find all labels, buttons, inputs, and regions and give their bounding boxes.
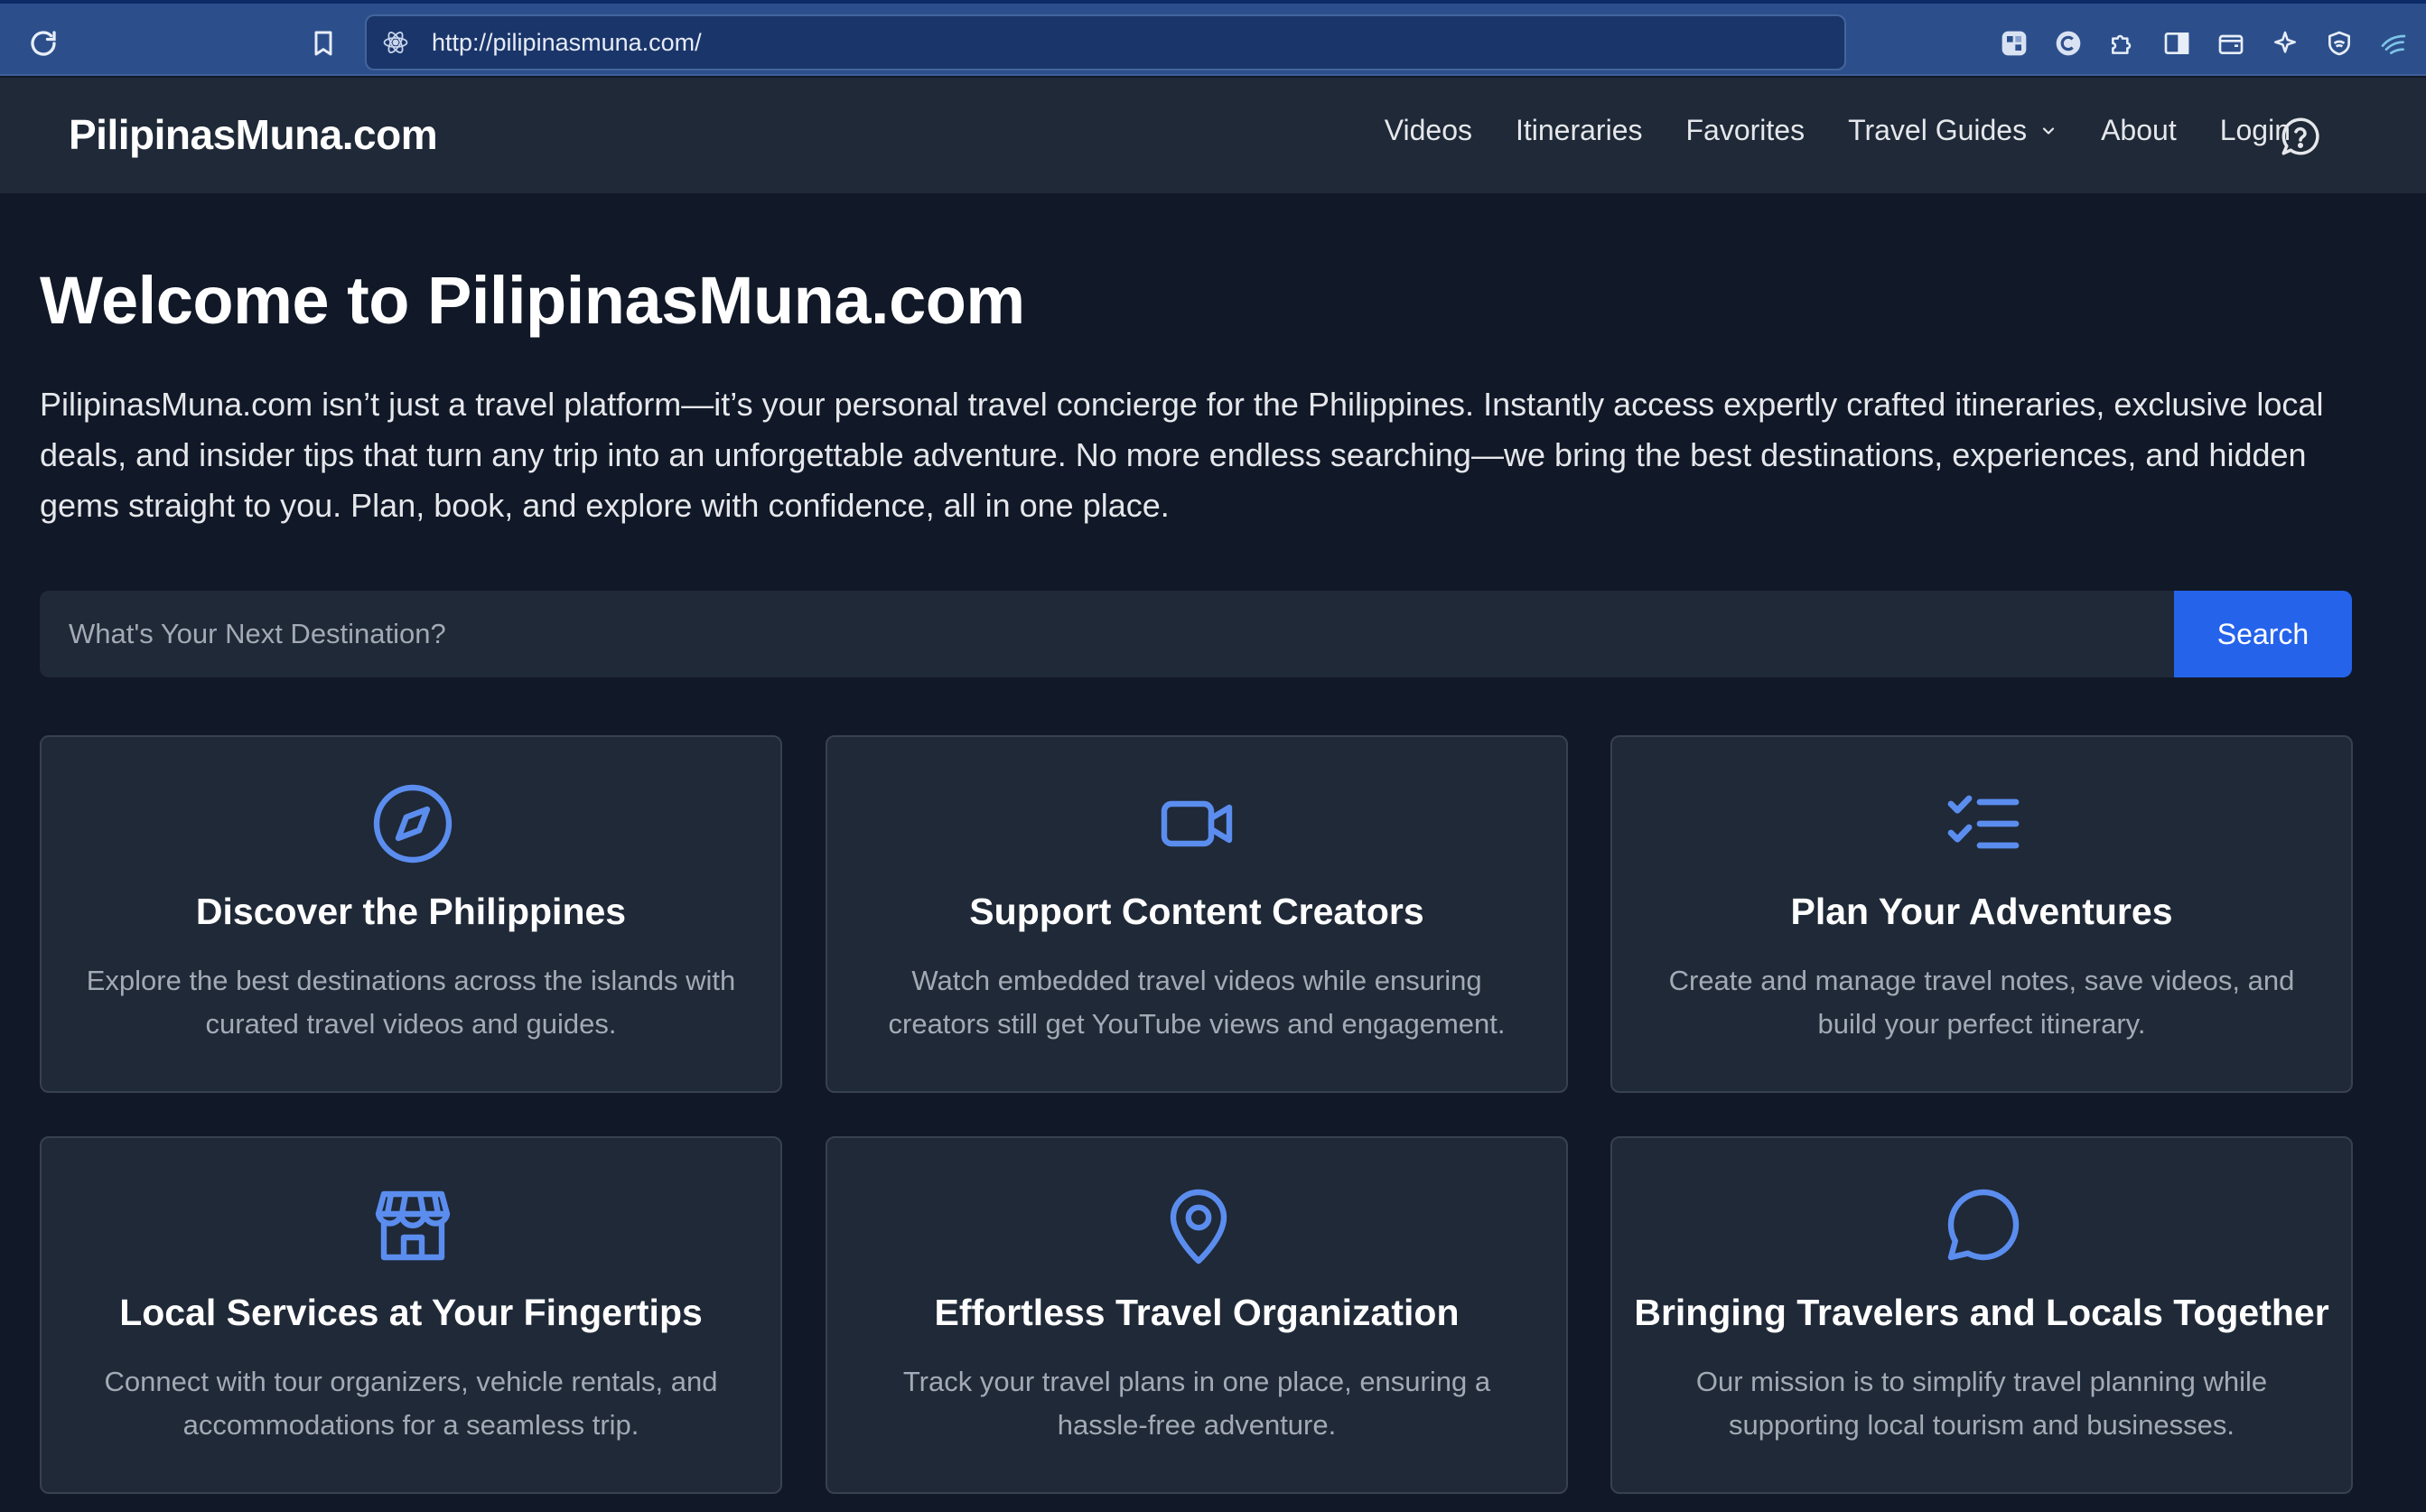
sparkle-icon[interactable] xyxy=(2267,25,2303,61)
feature-description: Connect with tour organizers, vehicle re… xyxy=(104,1366,718,1441)
hero-description: PilipinasMuna.com isn’t just a travel pl… xyxy=(40,386,2324,524)
feature-description: Track your travel plans in one place, en… xyxy=(902,1366,1491,1441)
url-text: http://pilipinasmuna.com/ xyxy=(432,28,702,56)
video-camera-icon xyxy=(1155,780,1242,867)
page-title: Welcome to PilipinasMuna.com xyxy=(40,263,1025,338)
chevron-down-icon xyxy=(2039,114,2057,147)
feature-card-local-services: Local Services at Your Fingertips Connec… xyxy=(40,1136,782,1494)
nav-about[interactable]: About xyxy=(2101,114,2177,147)
brand-logo[interactable]: PilipinasMuna.com xyxy=(69,110,438,159)
nav-travel-guides[interactable]: Travel Guides xyxy=(1848,114,2057,147)
nav-favorites[interactable]: Favorites xyxy=(1685,114,1805,147)
reload-icon[interactable] xyxy=(22,22,65,65)
map-pin-icon xyxy=(1155,1181,1242,1268)
browser-toolbar: http://pilipinasmuna.com/ xyxy=(0,0,2426,76)
extension-grid-icon[interactable] xyxy=(1996,25,2032,61)
site-header: PilipinasMuna.com Videos Itineraries Fav… xyxy=(0,78,2426,193)
wallet-icon[interactable] xyxy=(2213,25,2249,61)
destination-search: Search xyxy=(40,591,2352,677)
main-nav: Videos Itineraries Favorites Travel Guid… xyxy=(1341,114,2291,147)
feature-title: Local Services at Your Fingertips xyxy=(119,1292,703,1333)
nav-videos[interactable]: Videos xyxy=(1385,114,1472,147)
address-bar[interactable]: http://pilipinasmuna.com/ xyxy=(365,14,1846,70)
feature-title: Discover the Philippines xyxy=(195,891,627,932)
nav-itineraries[interactable]: Itineraries xyxy=(1516,114,1643,147)
feature-title: Support Content Creators xyxy=(969,891,1424,932)
wing-icon[interactable] xyxy=(2375,25,2412,61)
chat-bubble-icon xyxy=(1940,1181,2027,1268)
storefront-icon xyxy=(369,1181,456,1268)
help-circle-icon[interactable] xyxy=(2278,114,2323,159)
site-react-icon xyxy=(379,26,412,59)
search-input[interactable] xyxy=(40,591,2174,677)
feature-card-community: Bringing Travelers and Locals Together O… xyxy=(1610,1136,2353,1494)
feature-description: Explore the best destinations across the… xyxy=(86,965,736,1040)
feature-card-organization: Effortless Travel Organization Track you… xyxy=(826,1136,1568,1494)
feature-card-discover: Discover the Philippines Explore the bes… xyxy=(40,735,782,1093)
feature-description: Our mission is to simplify travel planni… xyxy=(1695,1366,2268,1441)
feature-card-plan: Plan Your Adventures Create and manage t… xyxy=(1610,735,2353,1093)
checklist-icon xyxy=(1940,780,2027,867)
sidebar-icon[interactable] xyxy=(2159,25,2195,61)
bookmark-icon[interactable] xyxy=(302,22,345,65)
puzzle-icon[interactable] xyxy=(2104,25,2141,61)
compass-icon xyxy=(369,780,456,867)
feature-description: Watch embedded travel videos while ensur… xyxy=(888,965,1506,1040)
feature-title: Plan Your Adventures xyxy=(1790,891,2173,932)
feature-title: Bringing Travelers and Locals Together xyxy=(1634,1292,2329,1333)
extension-c-icon[interactable] xyxy=(2050,25,2086,61)
nav-travel-guides-label: Travel Guides xyxy=(1848,114,2028,146)
feature-card-creators: Support Content Creators Watch embedded … xyxy=(826,735,1568,1093)
shield-icon[interactable] xyxy=(2321,25,2357,61)
search-button[interactable]: Search xyxy=(2174,591,2352,677)
feature-description: Create and manage travel notes, save vid… xyxy=(1668,965,2295,1040)
feature-title: Effortless Travel Organization xyxy=(934,1292,1460,1333)
